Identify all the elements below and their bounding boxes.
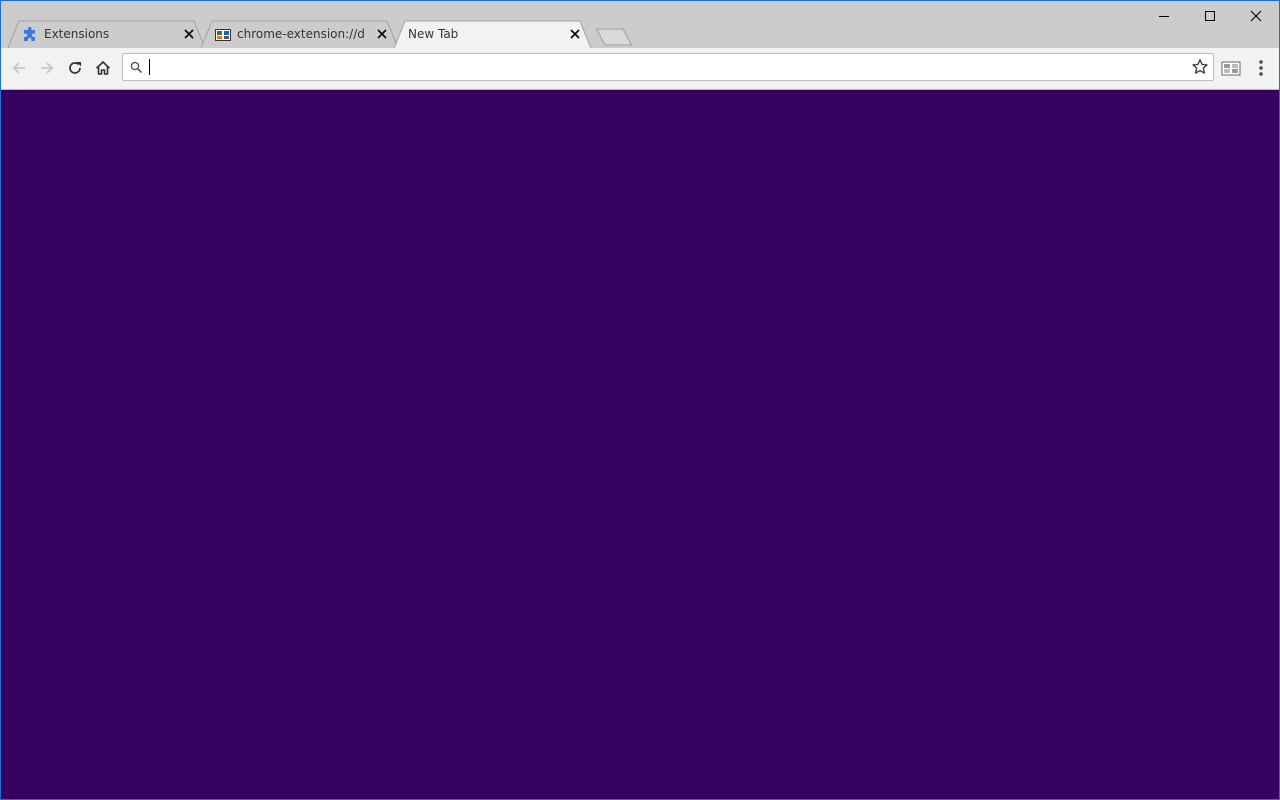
tab-title: New Tab: [408, 27, 459, 41]
maximize-button[interactable]: [1187, 1, 1233, 31]
minimize-button[interactable]: [1141, 1, 1187, 31]
kebab-menu-icon[interactable]: [1251, 56, 1271, 80]
tab-close-icon[interactable]: [568, 27, 582, 41]
tab-title: Extensions: [44, 27, 110, 41]
maximize-icon: [1205, 11, 1215, 21]
tab-new-tab[interactable]: New Tab: [394, 20, 591, 48]
tab-close-icon[interactable]: [375, 27, 389, 41]
close-window-button[interactable]: [1233, 1, 1279, 31]
browser-window: Extensions chrome-extension://dmkl: [0, 0, 1280, 800]
tab-strip: Extensions chrome-extension://dmkl: [1, 1, 1279, 48]
new-tab-button[interactable]: [595, 28, 633, 46]
reload-button[interactable]: [63, 56, 87, 80]
star-icon[interactable]: [1191, 58, 1209, 76]
tab-extensions[interactable]: Extensions: [8, 20, 205, 48]
minimize-icon: [1159, 16, 1169, 17]
extension-page-icon: [215, 29, 231, 41]
home-button[interactable]: [91, 56, 115, 80]
forward-button[interactable]: [35, 56, 59, 80]
new-tab-page[interactable]: [1, 90, 1279, 799]
home-icon: [95, 61, 111, 75]
omnibox[interactable]: [122, 53, 1214, 81]
text-caret: [149, 59, 150, 75]
forward-arrow-icon: [41, 62, 54, 74]
address-input[interactable]: [149, 57, 1179, 77]
search-icon: [130, 61, 143, 74]
extension-grid-icon[interactable]: [1220, 58, 1242, 78]
toolbar: [1, 48, 1279, 90]
puzzle-icon: [24, 27, 35, 41]
tab-title: chrome-extension://dmkl: [237, 27, 365, 41]
tab-close-icon[interactable]: [182, 27, 196, 41]
tab-extension-page[interactable]: chrome-extension://dmkl: [201, 20, 398, 48]
back-arrow-icon: [12, 62, 25, 74]
close-icon: [1250, 10, 1262, 22]
back-button[interactable]: [7, 56, 31, 80]
reload-icon: [69, 62, 81, 74]
